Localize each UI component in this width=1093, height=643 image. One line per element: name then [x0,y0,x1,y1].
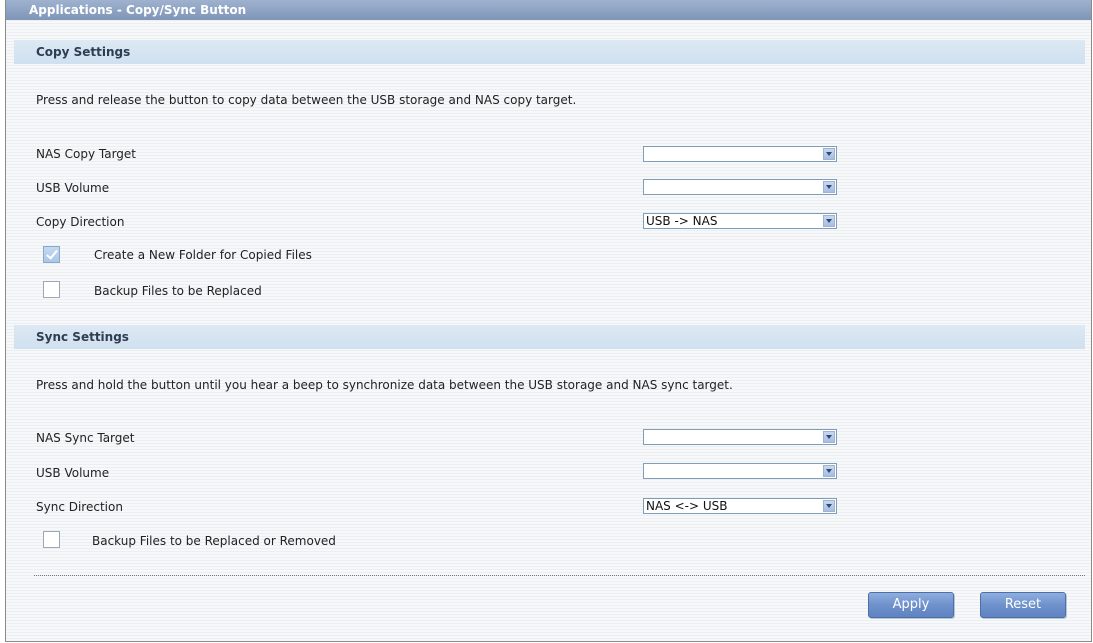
copy-backup-files-checkbox[interactable] [43,281,60,298]
dropdown-arrow-icon[interactable] [823,465,835,477]
nas-sync-target-select[interactable] [643,429,837,445]
copy-usb-volume-label: USB Volume [36,181,110,195]
sync-usb-volume-label: USB Volume [36,466,110,480]
sync-description: Press and hold the button until you hear… [36,378,733,392]
create-new-folder-label: Create a New Folder for Copied Files [94,248,312,262]
dropdown-arrow-icon[interactable] [823,431,835,443]
window-title: Applications - Copy/Sync Button [6,0,1091,20]
nas-sync-target-label: NAS Sync Target [36,431,135,445]
nas-copy-target-select[interactable] [643,146,837,162]
copy-description: Press and release the button to copy dat… [36,93,577,107]
sync-direction-label: Sync Direction [36,500,123,514]
copy-backup-files-label: Backup Files to be Replaced [94,284,262,298]
nas-copy-target-label: NAS Copy Target [36,147,136,161]
dropdown-arrow-icon[interactable] [823,148,835,160]
sync-direction-value: NAS <-> USB [646,499,728,513]
copy-direction-label: Copy Direction [36,215,125,229]
sync-backup-files-checkbox[interactable] [43,531,60,548]
app-window: Applications - Copy/Sync Button Copy Set… [5,0,1092,642]
divider [34,575,1085,576]
copy-direction-select[interactable]: USB -> NAS [643,213,837,229]
copy-usb-volume-select[interactable] [643,179,837,195]
dropdown-arrow-icon[interactable] [823,500,835,512]
sync-usb-volume-select[interactable] [643,463,837,479]
reset-button[interactable]: Reset [980,592,1066,618]
copy-direction-value: USB -> NAS [646,214,718,228]
create-new-folder-checkbox[interactable] [43,246,60,263]
sync-direction-select[interactable]: NAS <-> USB [643,498,837,514]
copy-settings-header: Copy Settings [14,40,1085,64]
sync-settings-header: Sync Settings [14,325,1085,349]
apply-button[interactable]: Apply [868,592,954,618]
dropdown-arrow-icon[interactable] [823,181,835,193]
sync-backup-files-label: Backup Files to be Replaced or Removed [92,534,336,548]
dropdown-arrow-icon[interactable] [823,215,835,227]
